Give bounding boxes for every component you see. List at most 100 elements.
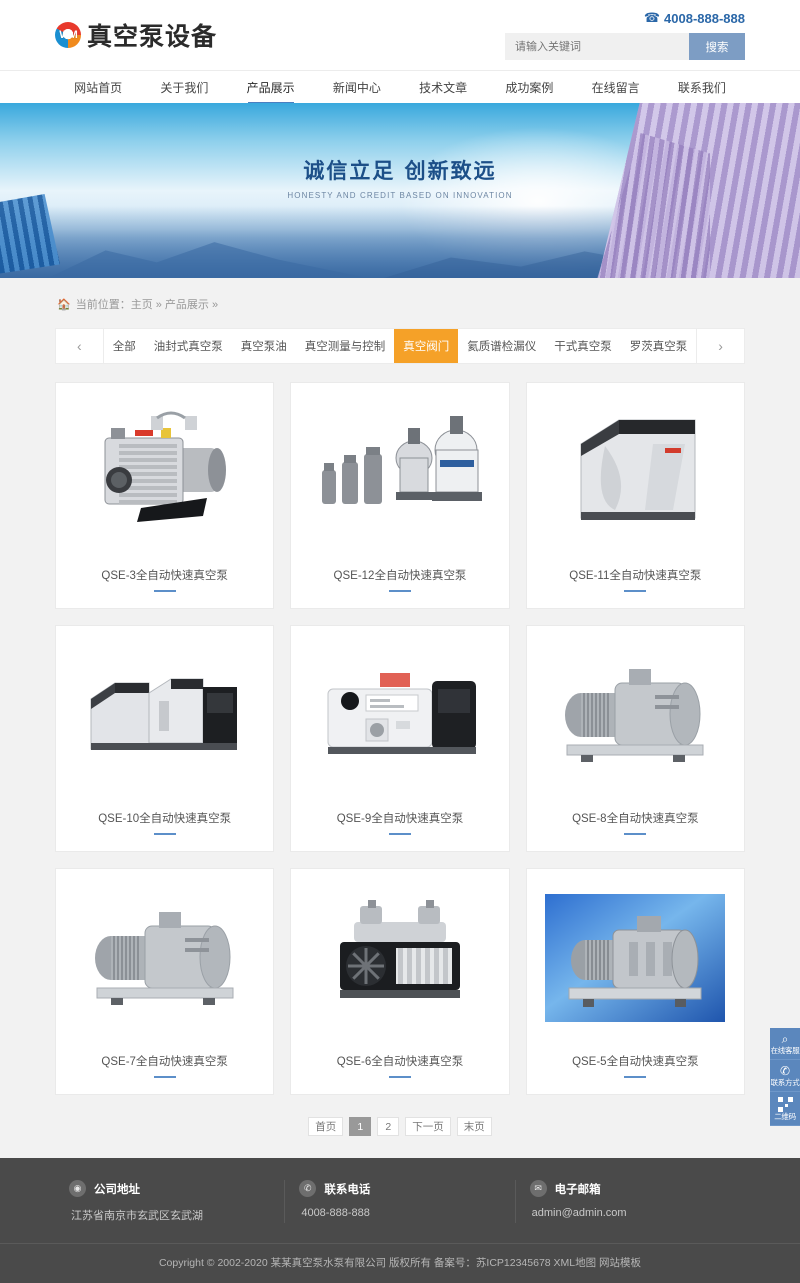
float-item-label: 二维码 xyxy=(774,1112,796,1121)
site-footer: ◉ 公司地址 江苏省南京市玄武区玄武湖 ✆ 联系电话 4008-888-888 … xyxy=(0,1158,800,1283)
footer-column-0: ◉ 公司地址 江苏省南京市玄武区玄武湖 xyxy=(55,1180,284,1223)
category-item-6[interactable]: 干式真空泵 xyxy=(545,329,621,363)
banner-title: 诚信立足 创新致远 xyxy=(303,159,497,183)
header-phone-number: 4008-888-888 xyxy=(664,10,745,26)
nav-item-7[interactable]: 联系我们 xyxy=(659,71,745,104)
nav-item-6[interactable]: 在线留言 xyxy=(573,71,659,104)
product-title: QSE-6全自动快速真空泵 xyxy=(336,1056,464,1068)
copyright-text: Copyright © 2002-2020 某某真空泵水泵有限公司 版权所有 备… xyxy=(0,1243,800,1283)
breadcrumb: 🏠 当前位置：主页 » 产品展示 » xyxy=(55,290,745,318)
pagination-next[interactable]: 下一页 xyxy=(405,1117,451,1136)
product-title: QSE-8全自动快速真空泵 xyxy=(572,813,699,825)
footer-column-title: 联系电话 xyxy=(324,1183,371,1196)
product-grid: QSE-3全自动快速真空泵 QSE-12全自动快速真空泵 QSE-11全自动快速… xyxy=(55,382,745,1095)
home-icon: 🏠 xyxy=(57,298,71,311)
product-title: QSE-9全自动快速真空泵 xyxy=(336,813,464,825)
product-title-underline xyxy=(153,833,176,835)
header-phone: ☎ 4008-888-888 xyxy=(644,10,745,26)
product-title-underline xyxy=(624,590,647,592)
product-card[interactable]: QSE-9全自动快速真空泵 xyxy=(290,625,510,852)
product-title-underline xyxy=(624,833,647,835)
product-title-underline xyxy=(388,590,411,592)
footer-column-2: ✉ 电子邮箱 admin@admin.com xyxy=(514,1180,745,1223)
category-item-3[interactable]: 真空测量与控制 xyxy=(296,329,395,363)
search-input[interactable] xyxy=(505,33,689,60)
floating-service-bar: ⌕ 在线客服 ✆ 联系方式 二维码 xyxy=(770,1028,800,1126)
category-item-2[interactable]: 真空泵油 xyxy=(232,329,296,363)
product-image xyxy=(301,395,498,555)
product-card[interactable]: QSE-3全自动快速真空泵 xyxy=(55,382,275,609)
pagination-last[interactable]: 末页 xyxy=(456,1117,492,1136)
bell-icon: ⌕ xyxy=(781,1032,789,1046)
product-title-underline xyxy=(153,590,176,592)
nav-item-5[interactable]: 成功案例 xyxy=(486,71,572,104)
qrcode-icon xyxy=(777,1097,793,1112)
product-image xyxy=(301,881,498,1041)
product-card[interactable]: QSE-11全自动快速真空泵 xyxy=(525,382,745,609)
site-logo[interactable]: WM 真空泵设备 xyxy=(55,17,217,53)
product-title: QSE-7全自动快速真空泵 xyxy=(101,1056,228,1068)
product-card[interactable]: QSE-7全自动快速真空泵 xyxy=(55,868,275,1095)
search-box[interactable]: 搜索 xyxy=(505,33,745,60)
logo-wm-icon: WM xyxy=(55,22,81,48)
product-title-underline xyxy=(388,1076,411,1078)
float-item-0[interactable]: ⌕ 在线客服 xyxy=(770,1028,800,1060)
pagination: 首页 1 2 下一页 末页 xyxy=(55,1117,745,1136)
product-card[interactable]: QSE-12全自动快速真空泵 xyxy=(290,382,510,609)
product-title: QSE-3全自动快速真空泵 xyxy=(101,570,228,582)
chevron-left-icon[interactable]: ‹ xyxy=(56,329,104,363)
site-header: WM 真空泵设备 ☎ 4008-888-888 搜索 xyxy=(0,0,800,70)
footer-column-value: 江苏省南京市玄武区玄武湖 xyxy=(71,1210,203,1222)
breadcrumb-text: 当前位置：主页 » 产品展示 » xyxy=(75,299,219,311)
product-image xyxy=(66,881,263,1041)
product-image xyxy=(537,638,734,798)
location-pin-icon: ◉ xyxy=(69,1180,86,1197)
product-image xyxy=(66,395,263,555)
footer-column-1: ✆ 联系电话 4008-888-888 xyxy=(284,1180,514,1223)
product-image xyxy=(301,638,498,798)
product-image xyxy=(537,881,734,1041)
float-item-1[interactable]: ✆ 联系方式 xyxy=(770,1060,800,1092)
product-card[interactable]: QSE-5全自动快速真空泵 xyxy=(525,868,745,1095)
chevron-right-icon[interactable]: › xyxy=(696,329,744,363)
phone-icon: ✆ xyxy=(779,1064,791,1078)
product-title: QSE-12全自动快速真空泵 xyxy=(333,570,467,582)
float-item-2[interactable]: 二维码 xyxy=(770,1092,800,1126)
page-content: 🏠 当前位置：主页 » 产品展示 » ‹ 全部 油封式真空泵 真空泵油 真空测量与控制… xyxy=(0,278,800,1158)
footer-column-title: 电子邮箱 xyxy=(554,1183,601,1196)
search-button[interactable]: 搜索 xyxy=(689,33,745,60)
product-title: QSE-11全自动快速真空泵 xyxy=(569,570,702,582)
category-item-4[interactable]: 真空阀门 xyxy=(394,329,459,363)
category-item-5[interactable]: 氦质谱检漏仪 xyxy=(458,329,545,363)
nav-item-2[interactable]: 产品展示 xyxy=(228,71,314,104)
phone-icon: ✆ xyxy=(299,1180,317,1197)
category-item-1[interactable]: 油封式真空泵 xyxy=(145,329,232,363)
nav-item-0[interactable]: 网站首页 xyxy=(55,71,141,104)
footer-column-value: admin@admin.com xyxy=(531,1207,627,1219)
category-item-0[interactable]: 全部 xyxy=(104,329,145,363)
banner-subtitle: HONESTY AND CREDIT BASED ON INNOVATION xyxy=(287,191,513,200)
float-item-label: 在线客服 xyxy=(770,1046,800,1055)
pagination-page-1[interactable]: 1 xyxy=(349,1117,372,1136)
mail-icon: ✉ xyxy=(529,1180,547,1197)
nav-item-3[interactable]: 新闻中心 xyxy=(314,71,400,104)
pagination-page-2[interactable]: 2 xyxy=(377,1117,400,1136)
phone-icon: ☎ xyxy=(643,10,661,25)
footer-column-value: 4008-888-888 xyxy=(301,1207,370,1219)
hero-banner: 诚信立足 创新致远 HONESTY AND CREDIT BASED ON IN… xyxy=(0,103,800,278)
category-item-7[interactable]: 罗茨真空泵 xyxy=(621,329,697,363)
main-navigation: 网站首页 关于我们 产品展示 新闻中心 技术文章 成功案例 在线留言 联系我们 xyxy=(0,70,800,103)
product-image xyxy=(537,395,734,555)
footer-column-title: 公司地址 xyxy=(94,1183,140,1196)
product-card[interactable]: QSE-6全自动快速真空泵 xyxy=(290,868,510,1095)
product-title: QSE-5全自动快速真空泵 xyxy=(572,1056,699,1068)
pagination-first[interactable]: 首页 xyxy=(308,1117,344,1136)
product-title-underline xyxy=(153,1076,176,1078)
product-card[interactable]: QSE-8全自动快速真空泵 xyxy=(525,625,745,852)
product-card[interactable]: QSE-10全自动快速真空泵 xyxy=(55,625,275,852)
logo-mark-text: WM xyxy=(59,29,78,41)
nav-item-4[interactable]: 技术文章 xyxy=(400,71,486,104)
logo-text: 真空泵设备 xyxy=(87,22,218,51)
product-title-underline xyxy=(388,833,411,835)
nav-item-1[interactable]: 关于我们 xyxy=(141,71,227,104)
